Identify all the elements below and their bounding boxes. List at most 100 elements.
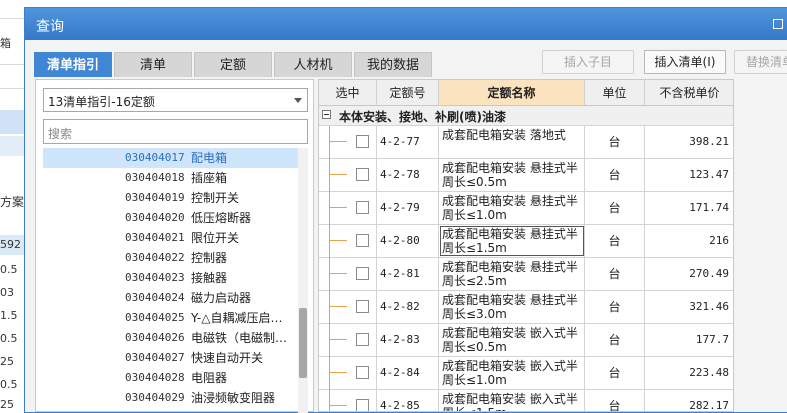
quota-name[interactable]: 成套配电箱安装 嵌入式半周长≤1.0m bbox=[439, 357, 585, 389]
insert-list-button[interactable]: 插入清单(I) bbox=[644, 50, 726, 74]
column-header-code[interactable]: 定额号 bbox=[377, 80, 439, 106]
column-header-unit[interactable]: 单位 bbox=[585, 80, 645, 106]
quota-code: 4-2-80 bbox=[377, 225, 439, 257]
row-checkbox[interactable] bbox=[356, 333, 369, 346]
quota-name[interactable]: 成套配电箱安装 落地式 bbox=[439, 126, 585, 158]
tree-connector bbox=[329, 405, 347, 406]
dialog-titlebar[interactable]: 查询 bbox=[25, 8, 787, 40]
row-checkbox[interactable] bbox=[356, 135, 369, 148]
quota-name[interactable]: 成套配电箱安装 嵌入式半周长≤1.5m bbox=[439, 390, 585, 411]
list-item[interactable]: 030404022 控制器 bbox=[43, 248, 298, 268]
bg-label: 箱 bbox=[0, 37, 11, 50]
guide-select[interactable]: 13清单指引-16定额 bbox=[43, 88, 308, 112]
quota-table: 选中 定额号 定额名称 单位 不含税单价 本体安装、接地、补刷(喷)油漆 4-2… bbox=[318, 79, 734, 412]
list-item[interactable]: 030404026 电磁铁（电磁制… bbox=[43, 328, 298, 348]
table-row[interactable]: 4-2-82 成套配电箱安装 悬挂式半周长≤3.0m 台 321.46 bbox=[319, 291, 733, 324]
bg-label: 25 bbox=[0, 398, 14, 411]
quota-unit: 台 bbox=[585, 159, 645, 191]
tab-materials[interactable]: 人材机 bbox=[274, 52, 352, 77]
quota-name[interactable]: 成套配电箱安装 嵌入式半周长≤0.5m bbox=[439, 324, 585, 356]
collapse-icon[interactable] bbox=[322, 110, 331, 119]
dialog-title: 查询 bbox=[36, 19, 64, 35]
scrollbar-thumb[interactable] bbox=[299, 308, 307, 378]
list-item[interactable]: 030404017 配电箱 bbox=[43, 148, 298, 168]
group-row[interactable]: 本体安装、接地、补刷(喷)油漆 bbox=[319, 106, 733, 126]
list-item[interactable]: 030404020 低压熔断器 bbox=[43, 208, 298, 228]
list-item[interactable]: 030404018 插座箱 bbox=[43, 168, 298, 188]
item-name: 低压熔断器 bbox=[191, 211, 252, 225]
search-input[interactable]: 搜索 bbox=[43, 119, 308, 144]
list-item[interactable]: 030404023 接触器 bbox=[43, 268, 298, 288]
replace-list-button[interactable]: 替换清单 bbox=[734, 50, 787, 74]
row-checkbox[interactable] bbox=[356, 168, 369, 181]
column-header-name[interactable]: 定额名称 bbox=[439, 80, 585, 106]
row-checkbox[interactable] bbox=[356, 267, 369, 280]
table-row[interactable]: 4-2-77 成套配电箱安装 落地式台 398.21 bbox=[319, 126, 733, 159]
list-item[interactable]: 030404019 控制开关 bbox=[43, 188, 298, 208]
item-name: 插座箱 bbox=[191, 171, 228, 185]
item-code: 030404022 bbox=[125, 251, 185, 264]
row-checkbox[interactable] bbox=[356, 201, 369, 214]
quota-price: 216 bbox=[709, 234, 729, 247]
item-code: 030404023 bbox=[125, 271, 185, 284]
tab-list[interactable]: 清单 bbox=[114, 52, 192, 77]
bg-label: 03 bbox=[0, 286, 14, 299]
list-item[interactable]: 030404027 快速自动开关 bbox=[43, 348, 298, 368]
quota-price: 171.74 bbox=[689, 201, 729, 214]
quota-unit: 台 bbox=[585, 126, 645, 158]
row-checkbox[interactable] bbox=[356, 300, 369, 313]
insert-child-button[interactable]: 插入子目 bbox=[542, 50, 634, 74]
item-code: 030404025 bbox=[125, 311, 185, 324]
tab-quota[interactable]: 定额 bbox=[194, 52, 272, 77]
tab-my-data[interactable]: 我的数据 bbox=[354, 52, 432, 77]
quota-unit: 台 bbox=[585, 225, 645, 257]
quota-price: 398.21 bbox=[689, 135, 729, 148]
item-code: 030404028 bbox=[125, 371, 185, 384]
column-header-select[interactable]: 选中 bbox=[319, 80, 377, 106]
quota-name[interactable]: 成套配电箱安装 悬挂式半周长≤1.5m bbox=[439, 225, 585, 257]
tree-connector bbox=[329, 225, 330, 258]
divider bbox=[0, 88, 24, 89]
guide-panel: 13清单指引-16定额 搜索 030404017 配电箱 030404018 插座箱… bbox=[35, 79, 314, 413]
table-row[interactable]: 4-2-85成套配电箱安装 嵌入式半周长≤1.5m台 282.17 bbox=[319, 390, 733, 411]
table-row[interactable]: 4-2-83 成套配电箱安装 嵌入式半周长≤0.5m 台 177.7 bbox=[319, 324, 733, 357]
tree-connector bbox=[329, 306, 347, 307]
tab-list-guide[interactable]: 清单指引 bbox=[34, 52, 112, 77]
quota-unit: 台 bbox=[585, 390, 645, 411]
quota-name[interactable]: 成套配电箱安装 悬挂式半周长≤0.5m bbox=[439, 159, 585, 191]
table-row[interactable]: 4-2-81 成套配电箱安装 悬挂式半周长≤2.5m 台 270.49 bbox=[319, 258, 733, 291]
item-name: 限位开关 bbox=[191, 231, 240, 245]
tree-connector bbox=[329, 192, 330, 225]
row-checkbox[interactable] bbox=[356, 234, 369, 247]
column-header-price[interactable]: 不含税单价 bbox=[645, 80, 733, 106]
group-label: 本体安装、接地、补刷(喷)油漆 bbox=[339, 110, 506, 124]
list-scrollbar[interactable] bbox=[298, 148, 308, 413]
quota-name[interactable]: 成套配电箱安装 悬挂式半周长≤1.0m bbox=[439, 192, 585, 224]
list-item[interactable]: 030404024 磁力启动器 bbox=[43, 288, 298, 308]
table-row[interactable]: 4-2-78 成套配电箱安装 悬挂式半周长≤0.5m 台 123.47 bbox=[319, 159, 733, 192]
quota-name[interactable]: 成套配电箱安装 悬挂式半周长≤2.5m bbox=[439, 258, 585, 290]
table-row[interactable]: 4-2-80 成套配电箱安装 悬挂式半周长≤1.5m 台 216 bbox=[319, 225, 733, 258]
row-checkbox[interactable] bbox=[356, 366, 369, 379]
list-item[interactable]: 030404025 Y-△自耦减压启… bbox=[43, 308, 298, 328]
quota-code: 4-2-85 bbox=[377, 390, 439, 411]
tree-connector bbox=[329, 126, 330, 159]
list-item[interactable]: 030404021 限位开关 bbox=[43, 228, 298, 248]
quota-code: 4-2-81 bbox=[377, 258, 439, 290]
quota-name[interactable]: 成套配电箱安装 悬挂式半周长≤3.0m bbox=[439, 291, 585, 323]
maximize-icon[interactable] bbox=[773, 19, 783, 29]
bg-label: 592 bbox=[0, 238, 21, 251]
list-item[interactable]: 030404029 油浸频敏变阻器 bbox=[43, 388, 298, 408]
select-cell bbox=[319, 357, 377, 390]
tree-connector bbox=[329, 159, 330, 192]
divider bbox=[0, 18, 24, 19]
tree-connector bbox=[329, 141, 347, 142]
list-item[interactable]: 030404028 电阻器 bbox=[43, 368, 298, 388]
bg-highlight bbox=[0, 110, 24, 134]
table-row[interactable]: 4-2-79 成套配电箱安装 悬挂式半周长≤1.0m 台 171.74 bbox=[319, 192, 733, 225]
quota-unit: 台 bbox=[585, 258, 645, 290]
bg-label: 0.5 bbox=[0, 378, 18, 391]
table-row[interactable]: 4-2-84 成套配电箱安装 嵌入式半周长≤1.0m 台 223.48 bbox=[319, 357, 733, 390]
search-placeholder: 搜索 bbox=[48, 127, 73, 141]
row-checkbox[interactable] bbox=[356, 399, 369, 411]
